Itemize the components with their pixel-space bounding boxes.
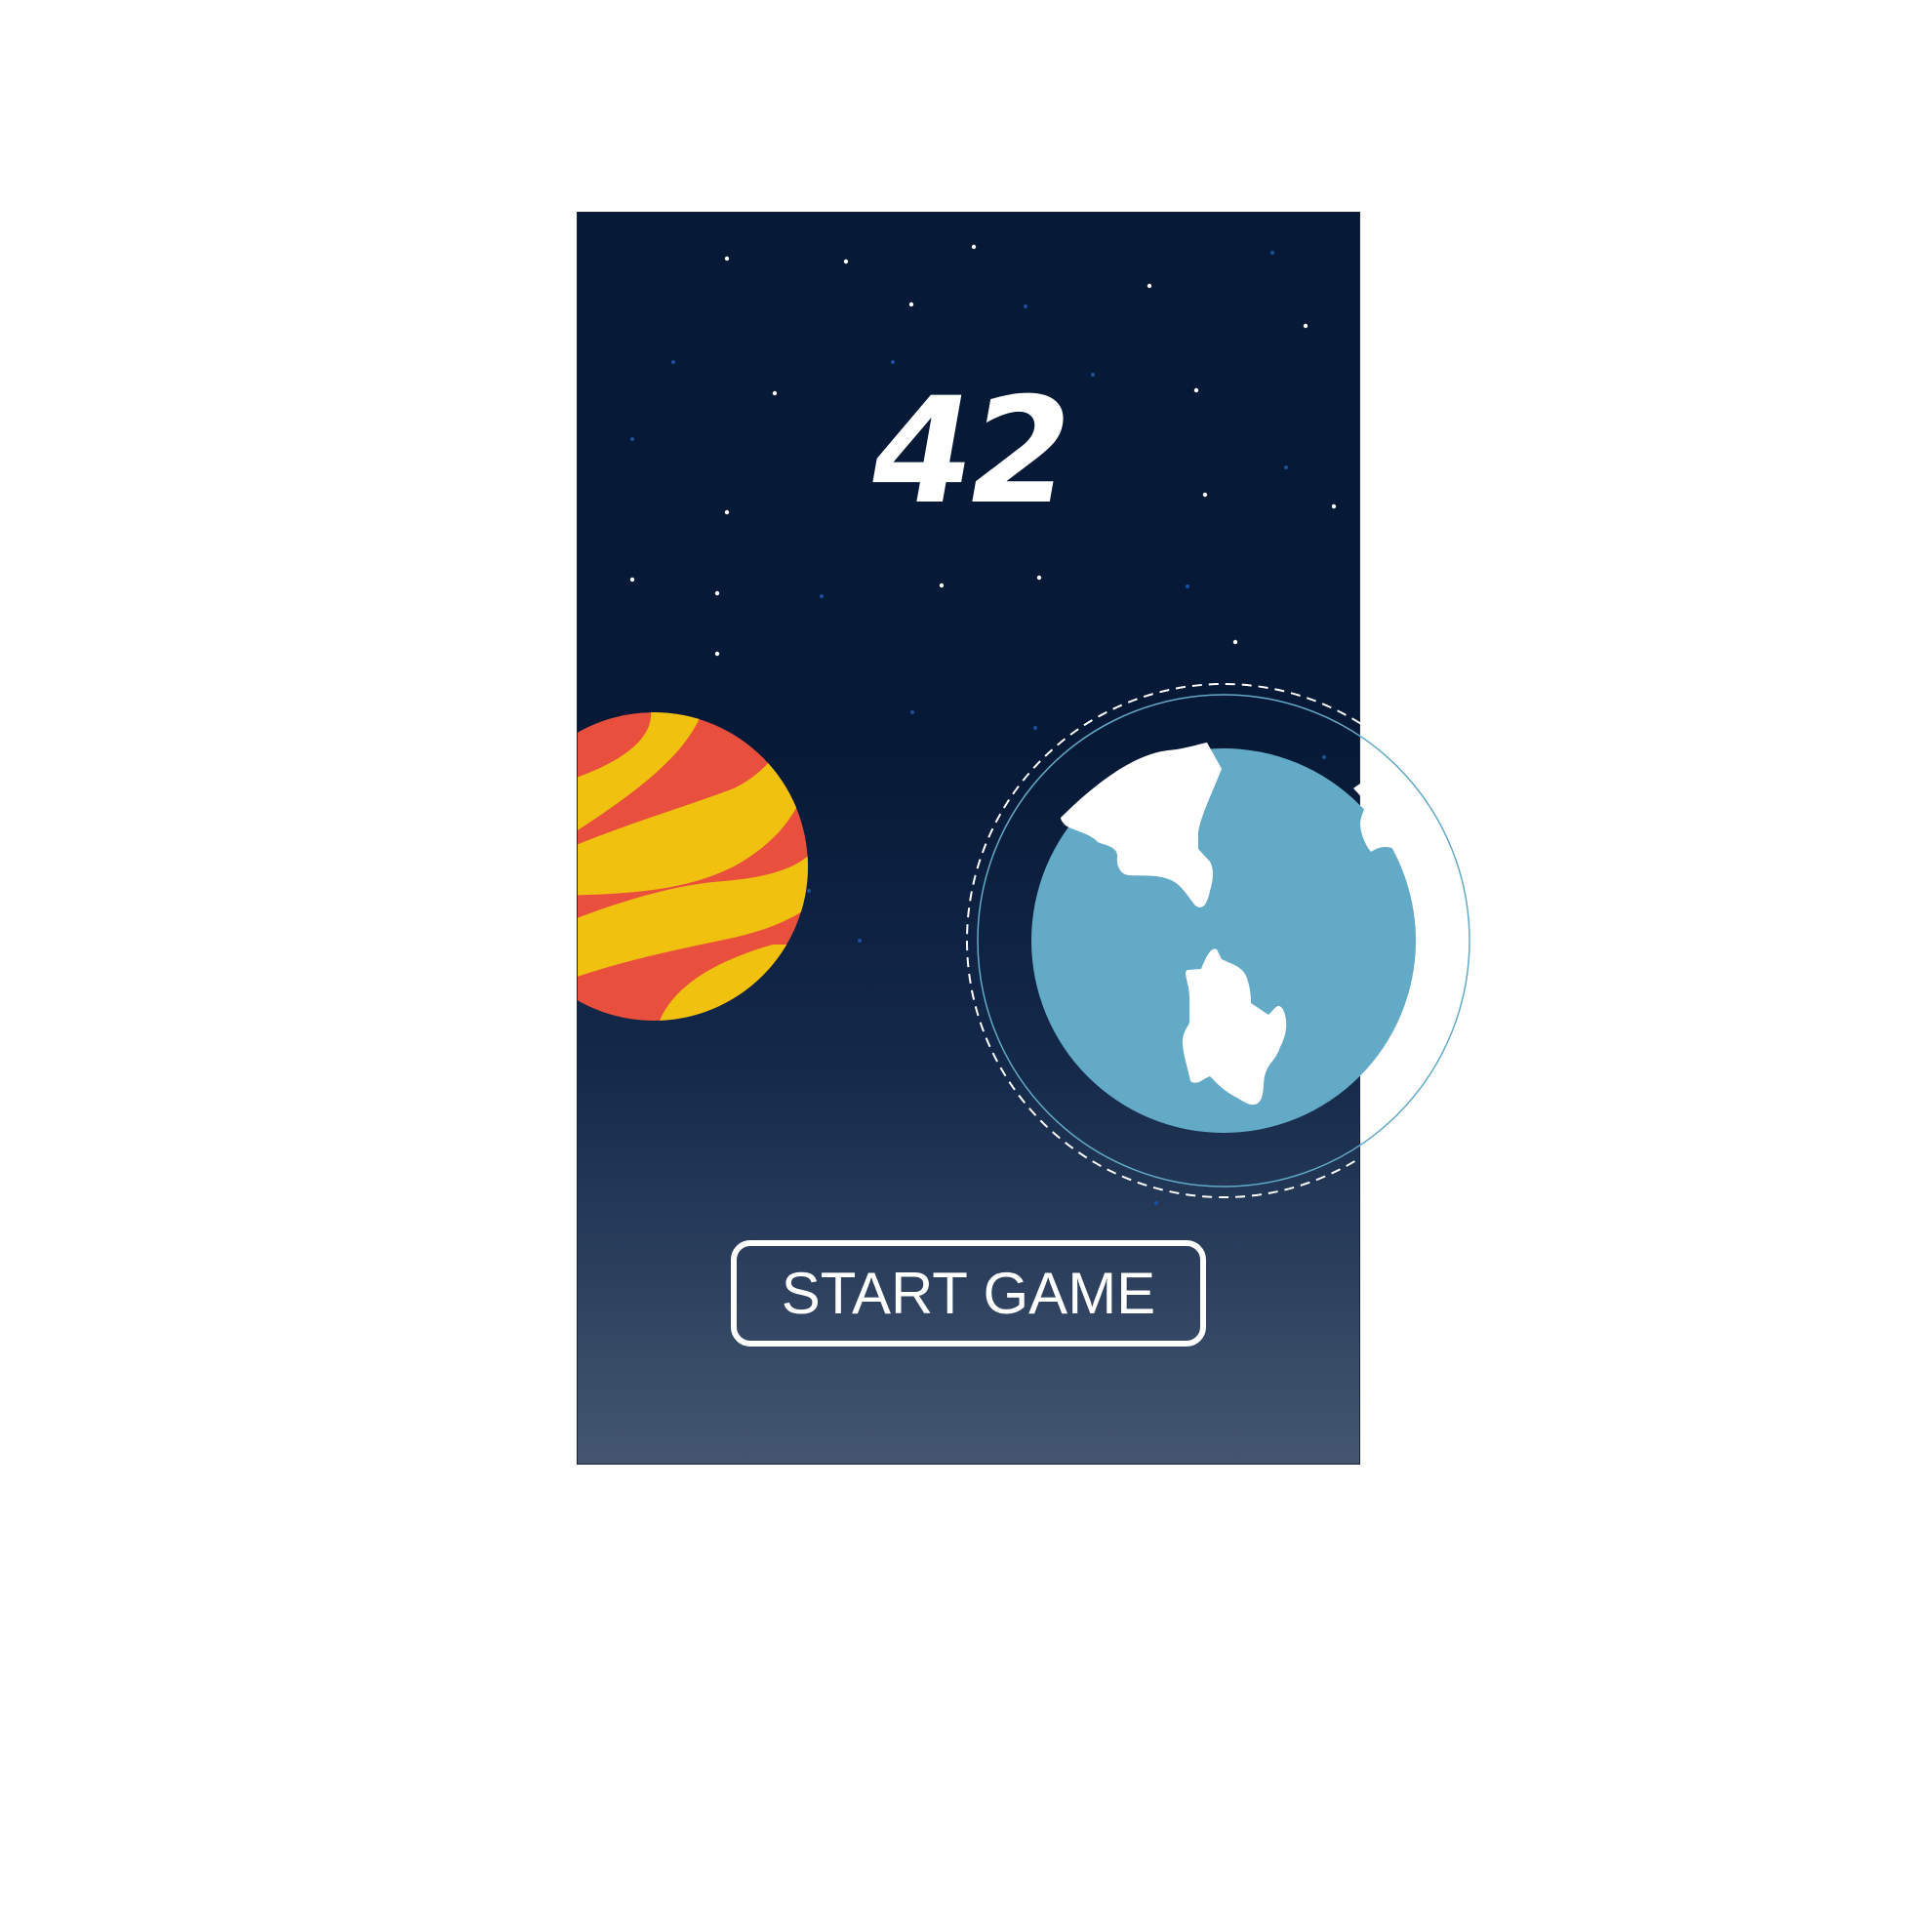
star-icon: [1024, 304, 1027, 308]
star-icon: [1303, 323, 1308, 329]
start-game-button[interactable]: START GAME: [731, 1240, 1206, 1347]
star-icon: [891, 360, 895, 364]
star-icon: [971, 244, 977, 250]
star-icon: [1147, 283, 1152, 289]
star-icon: [843, 259, 849, 264]
score-display: 42: [856, 367, 1083, 537]
star-icon: [671, 360, 675, 364]
star-icon: [910, 710, 914, 714]
star-icon: [1154, 1201, 1158, 1205]
star-icon: [1270, 251, 1274, 255]
star-icon: [807, 889, 811, 893]
star-icon: [714, 590, 720, 596]
star-icon: [1033, 726, 1037, 730]
striped-planet-icon: [578, 712, 808, 1021]
star-icon: [1036, 575, 1042, 581]
earth-icon: [966, 683, 1481, 1198]
star-icon: [1232, 639, 1238, 645]
star-icon: [629, 577, 635, 583]
star-icon: [908, 302, 914, 307]
star-icon: [724, 256, 730, 262]
game-screen: 42 START GAME: [577, 212, 1481, 1465]
star-icon: [858, 939, 862, 943]
star-icon: [939, 583, 945, 588]
star-icon: [1091, 373, 1095, 377]
star-icon: [1322, 755, 1326, 759]
star-icon: [1186, 584, 1189, 588]
star-icon: [820, 594, 824, 598]
star-icon: [714, 651, 720, 657]
